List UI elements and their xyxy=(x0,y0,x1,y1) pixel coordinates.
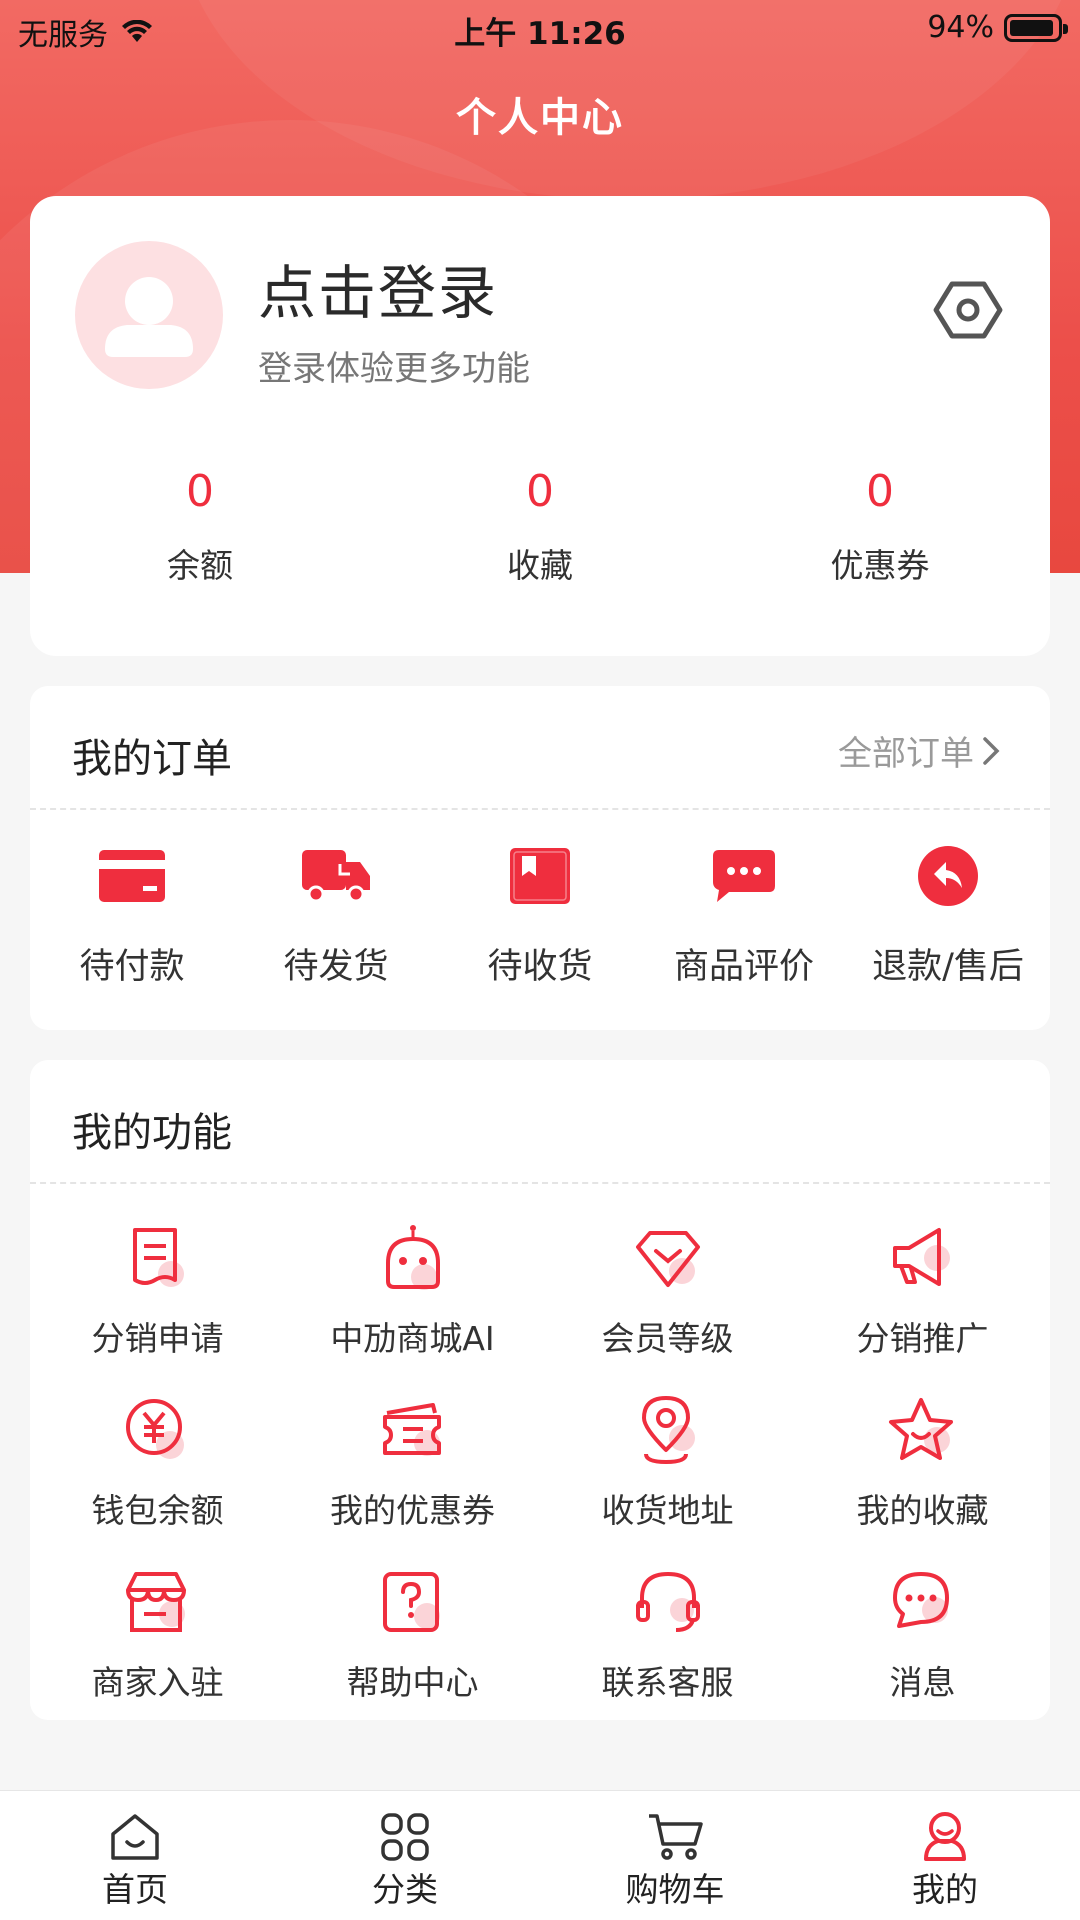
yen-coin-icon xyxy=(125,1399,184,1459)
divider xyxy=(30,1182,1050,1184)
func-label: 商家入驻 xyxy=(91,1663,224,1702)
avatar[interactable] xyxy=(75,241,223,389)
func-label: 中劢商城AI xyxy=(330,1319,495,1358)
func-distribution-promote[interactable]: 分销推广 xyxy=(795,1220,1050,1360)
func-label: 我的优惠券 xyxy=(330,1491,495,1530)
func-ai[interactable]: 中劢商城AI xyxy=(285,1220,540,1360)
tab-category[interactable]: 分类 xyxy=(270,1791,540,1920)
func-label: 我的收藏 xyxy=(856,1491,989,1530)
func-messages[interactable]: 消息 xyxy=(795,1564,1050,1704)
megaphone-icon xyxy=(892,1228,950,1286)
tab-label: 分类 xyxy=(372,1870,438,1909)
order-item-label: 退款/售后 xyxy=(872,947,1024,987)
stat-balance[interactable]: 0 余额 xyxy=(30,466,370,587)
headset-icon xyxy=(635,1571,700,1632)
func-my-coupons[interactable]: 我的优惠券 xyxy=(285,1392,540,1532)
stats-row: 0 余额 0 收藏 0 优惠券 xyxy=(30,466,1050,587)
order-pending-shipment[interactable]: 待发货 xyxy=(234,836,438,989)
stat-label: 余额 xyxy=(167,546,233,585)
order-item-label: 待发货 xyxy=(283,947,389,987)
order-pending-payment[interactable]: 待付款 xyxy=(30,836,234,989)
login-subtitle: 登录体验更多功能 xyxy=(258,349,530,389)
chevron-right-icon xyxy=(983,736,1000,765)
star-icon xyxy=(888,1398,953,1460)
func-shipping-address[interactable]: 收货地址 xyxy=(540,1392,795,1532)
functions-card: 我的功能 分销申请 中劢商城AI 会员等级 分销推广 钱包余额 我的优惠券 收货… xyxy=(30,1060,1050,1720)
message-icon xyxy=(892,1572,949,1628)
stat-favorites[interactable]: 0 收藏 xyxy=(370,466,710,587)
func-member-level[interactable]: 会员等级 xyxy=(540,1220,795,1360)
all-orders-link[interactable]: 全部订单 xyxy=(838,726,1000,775)
stat-label: 收藏 xyxy=(507,546,573,585)
stat-value: 0 xyxy=(526,466,554,517)
func-label: 联系客服 xyxy=(601,1663,734,1702)
tab-mine[interactable]: 我的 xyxy=(810,1791,1080,1920)
stat-label: 优惠券 xyxy=(830,546,930,585)
cart-icon xyxy=(649,1814,703,1860)
func-my-favorites[interactable]: 我的收藏 xyxy=(795,1392,1050,1532)
func-label: 收货地址 xyxy=(601,1491,734,1530)
func-distribution-apply[interactable]: 分销申请 xyxy=(30,1220,285,1360)
card-icon xyxy=(99,850,165,902)
order-status-row: 待付款 待发货 待收货 商品评价 退款/售后 xyxy=(30,836,1050,989)
functions-title: 我的功能 xyxy=(72,1110,232,1156)
return-icon xyxy=(918,846,978,906)
func-label: 分销推广 xyxy=(856,1319,989,1358)
store-icon xyxy=(125,1572,186,1632)
profile-card: 点击登录 登录体验更多功能 0 余额 0 收藏 0 优惠券 xyxy=(30,196,1050,656)
func-label: 分销申请 xyxy=(91,1319,224,1358)
status-bar: 无服务 上午 11:26 94% xyxy=(0,0,1080,56)
document-icon xyxy=(132,1228,184,1287)
func-customer-service[interactable]: 联系客服 xyxy=(540,1564,795,1704)
order-pending-receipt[interactable]: 待收货 xyxy=(438,836,642,989)
settings-button[interactable] xyxy=(932,274,1004,346)
func-help-center[interactable]: 帮助中心 xyxy=(285,1564,540,1704)
all-orders-label: 全部订单 xyxy=(838,734,974,774)
battery-icon xyxy=(1004,13,1068,42)
func-label: 帮助中心 xyxy=(346,1663,479,1702)
func-label: 钱包余额 xyxy=(91,1491,224,1530)
functions-grid: 分销申请 中劢商城AI 会员等级 分销推广 钱包余额 我的优惠券 收货地址 我的… xyxy=(30,1220,1050,1704)
tab-cart[interactable]: 购物车 xyxy=(540,1791,810,1920)
user-icon xyxy=(924,1812,966,1861)
settings-icon xyxy=(933,281,1003,339)
stat-value: 0 xyxy=(866,466,894,517)
avatar-placeholder-icon xyxy=(105,277,193,357)
func-wallet-balance[interactable]: 钱包余额 xyxy=(30,1392,285,1532)
login-title[interactable]: 点击登录 xyxy=(258,246,498,330)
diamond-icon xyxy=(635,1231,700,1287)
ticket-icon xyxy=(382,1403,441,1456)
tab-label: 我的 xyxy=(912,1870,978,1909)
func-merchant-join[interactable]: 商家入驻 xyxy=(30,1564,285,1704)
order-item-label: 待收货 xyxy=(487,947,593,987)
home-icon xyxy=(111,1814,159,1860)
tab-label: 购物车 xyxy=(625,1870,725,1909)
tab-home[interactable]: 首页 xyxy=(0,1791,270,1920)
func-label: 会员等级 xyxy=(601,1319,734,1358)
order-review[interactable]: 商品评价 xyxy=(642,836,846,989)
package-icon xyxy=(510,848,570,904)
tab-label: 首页 xyxy=(102,1870,168,1909)
orders-card: 我的订单 全部订单 待付款 待发货 待收货 商品评价 退款/售后 xyxy=(30,686,1050,1030)
truck-icon xyxy=(302,850,370,903)
location-pin-icon xyxy=(641,1396,695,1465)
robot-icon xyxy=(385,1225,440,1290)
stat-value: 0 xyxy=(186,466,214,517)
divider xyxy=(30,808,1050,810)
orders-title: 我的订单 xyxy=(72,736,232,782)
comment-icon xyxy=(713,850,775,902)
bottom-tab-bar: 首页 分类 购物车 我的 xyxy=(0,1790,1080,1920)
func-label: 消息 xyxy=(889,1663,956,1702)
order-item-label: 待付款 xyxy=(79,947,185,987)
order-item-label: 商品评价 xyxy=(673,947,814,987)
stat-coupons[interactable]: 0 优惠券 xyxy=(710,466,1050,587)
clock: 上午 11:26 xyxy=(454,16,626,52)
page-title: 个人中心 xyxy=(456,95,624,141)
help-icon xyxy=(382,1572,440,1632)
battery-percent: 94% xyxy=(927,10,994,45)
order-refund[interactable]: 退款/售后 xyxy=(846,836,1050,989)
grid-icon xyxy=(381,1813,429,1861)
